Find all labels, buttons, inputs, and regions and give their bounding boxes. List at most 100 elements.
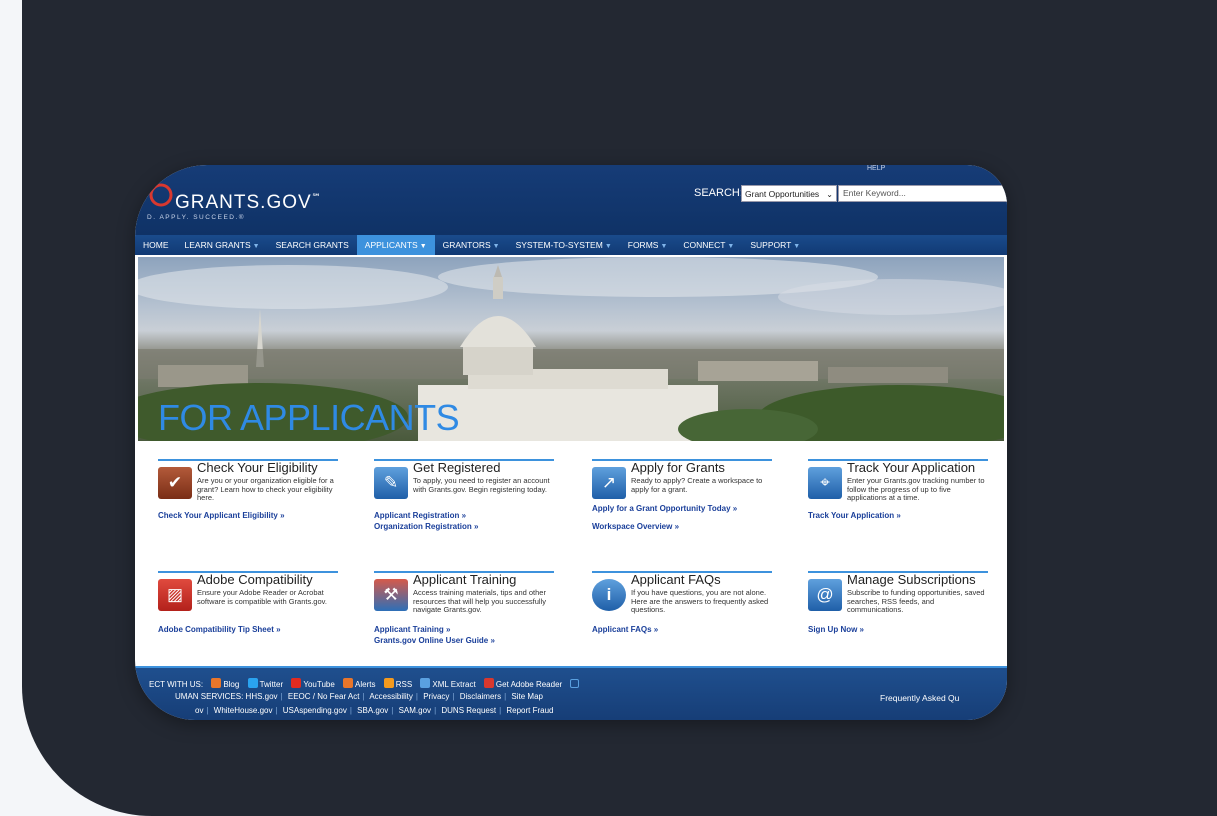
help-link[interactable]: HELP bbox=[867, 165, 885, 172]
hhs-links-row: UMAN SERVICES: HHS.gov | EEOC / No Fear A… bbox=[175, 692, 543, 701]
training-icon: ⚒ bbox=[374, 579, 408, 611]
tile-apply-for-grants: ↗ Apply for Grants Ready to apply? Creat… bbox=[592, 459, 792, 549]
site-footer: ECT WITH US: Blog Twitter YouTube Alerts… bbox=[135, 666, 1007, 720]
applicant-registration-link[interactable]: Applicant Registration » bbox=[374, 511, 466, 520]
sign-up-now-link[interactable]: Sign Up Now » bbox=[808, 625, 864, 634]
adobe-reader-link[interactable]: Get Adobe Reader bbox=[496, 680, 562, 689]
gov-prefix: ov bbox=[195, 706, 204, 715]
footer-link[interactable]: Site Map bbox=[511, 692, 543, 701]
tile-check-eligibility: ✔ Check Your Eligibility Are you or your… bbox=[158, 459, 358, 549]
chevron-down-icon: ⌄ bbox=[826, 190, 833, 199]
tile-get-registered: ✎ Get Registered To apply, you need to r… bbox=[374, 459, 574, 549]
info-icon: i bbox=[592, 579, 626, 611]
footer-link[interactable]: HHS.gov bbox=[246, 692, 278, 701]
gov-links-row: ov | WhiteHouse.gov | USAspending.gov | SBA… bbox=[195, 706, 554, 715]
organization-registration-link[interactable]: Organization Registration » bbox=[374, 522, 478, 531]
xml-icon bbox=[420, 678, 431, 688]
caret-down-icon: ▼ bbox=[793, 243, 801, 250]
youtube-link[interactable]: YouTube bbox=[303, 680, 334, 689]
site-logo[interactable]: GRANTS.GOV℠ bbox=[175, 192, 322, 214]
apply-grant-opportunity-link[interactable]: Apply for a Grant Opportunity Today » bbox=[592, 503, 767, 514]
applicant-faqs-link[interactable]: Applicant FAQs » bbox=[592, 625, 658, 634]
search-scope-select[interactable]: Grant Opportunities ⌄ bbox=[741, 185, 837, 202]
footer-link[interactable]: SAM.gov bbox=[399, 706, 431, 715]
search-scope-value: Grant Opportunities bbox=[745, 189, 820, 199]
check-eligibility-link[interactable]: Check Your Applicant Eligibility » bbox=[158, 511, 285, 520]
adobe-tip-sheet-link[interactable]: Adobe Compatibility Tip Sheet » bbox=[158, 625, 281, 634]
applicant-training-link[interactable]: Applicant Training » bbox=[374, 625, 450, 634]
nav-item-applicants[interactable]: APPLICANTS ▼ bbox=[356, 235, 435, 255]
checklist-icon: ✔ bbox=[158, 467, 192, 499]
tile-title: Get Registered bbox=[413, 460, 501, 475]
footer-link[interactable]: SBA.gov bbox=[357, 706, 388, 715]
tile-description: Are you or your organization eligible fo… bbox=[197, 476, 334, 502]
online-user-guide-link[interactable]: Grants.gov Online User Guide » bbox=[374, 636, 495, 645]
register-icon: ✎ bbox=[374, 467, 408, 499]
caret-down-icon: ▼ bbox=[727, 243, 735, 250]
footer-link[interactable]: EEOC / No Fear Act bbox=[288, 692, 360, 701]
nav-item-support[interactable]: SUPPORT ▼ bbox=[742, 235, 808, 255]
connect-label: ECT WITH US: bbox=[149, 680, 204, 689]
email-icon: @ bbox=[808, 579, 842, 611]
tile-description: Subscribe to funding opportunities, save… bbox=[847, 588, 985, 614]
tile-adobe-compatibility: ▨ Adobe Compatibility Ensure your Adobe … bbox=[158, 571, 358, 661]
tile-track-application: ⌖ Track Your Application Enter your Gran… bbox=[808, 459, 1007, 549]
hero-title: FOR APPLICANTS bbox=[158, 397, 460, 438]
connect-with-us-row: ECT WITH US: Blog Twitter YouTube Alerts… bbox=[149, 678, 581, 689]
tile-description: If you have questions, you are not alone… bbox=[631, 588, 769, 614]
tile-title: Applicant FAQs bbox=[631, 572, 721, 587]
caret-down-icon: ▼ bbox=[492, 243, 500, 250]
tile-manage-subscriptions: @ Manage Subscriptions Subscribe to fund… bbox=[808, 571, 1007, 661]
track-icon: ⌖ bbox=[808, 467, 842, 499]
alerts-icon bbox=[343, 678, 354, 688]
nav-item-forms[interactable]: FORMS ▼ bbox=[620, 235, 676, 255]
caret-down-icon: ▼ bbox=[604, 243, 612, 250]
footer-link[interactable]: WhiteHouse.gov bbox=[214, 706, 273, 715]
twitter-link[interactable]: Twitter bbox=[260, 680, 284, 689]
tile-title: Apply for Grants bbox=[631, 460, 725, 475]
search-label: SEARCH: bbox=[694, 187, 743, 199]
youtube-icon bbox=[291, 678, 302, 688]
site-header: GRANTS.GOV℠ D. APPLY. SUCCEED.® HELP SEA… bbox=[135, 165, 1007, 235]
rss-link[interactable]: RSS bbox=[396, 680, 412, 689]
external-link-icon bbox=[570, 679, 580, 688]
adobe-icon: ▨ bbox=[158, 579, 192, 611]
footer-link[interactable]: Report Fraud bbox=[506, 706, 553, 715]
caret-down-icon: ▼ bbox=[660, 243, 668, 250]
tile-description: Access training materials, tips and othe… bbox=[413, 588, 546, 614]
tile-title: Manage Subscriptions bbox=[847, 572, 976, 587]
logo-service-mark: ℠ bbox=[311, 192, 322, 202]
workspace-overview-link[interactable]: Workspace Overview » bbox=[592, 522, 679, 531]
search-input[interactable]: Enter Keyword... bbox=[838, 185, 1007, 202]
hero-banner: FOR APPLICANTS bbox=[138, 257, 1004, 441]
nav-item-learn-grants[interactable]: LEARN GRANTS ▼ bbox=[177, 235, 268, 255]
tile-description: Ready to apply? Create a workspace to ap… bbox=[631, 476, 763, 494]
footer-link[interactable]: Privacy bbox=[423, 692, 449, 701]
tile-applicant-training: ⚒ Applicant Training Access training mat… bbox=[374, 571, 574, 661]
main-nav: HOME LEARN GRANTS ▼ SEARCH GRANTS APPLICA… bbox=[135, 235, 1007, 255]
nav-item-connect[interactable]: CONNECT ▼ bbox=[675, 235, 742, 255]
nav-item-search-grants[interactable]: SEARCH GRANTS bbox=[268, 235, 357, 255]
blog-link[interactable]: Blog bbox=[223, 680, 239, 689]
nav-item-home[interactable]: HOME bbox=[135, 235, 177, 255]
hhs-prefix: UMAN SERVICES: bbox=[175, 692, 244, 701]
blog-icon bbox=[211, 678, 222, 688]
nav-item-grantors[interactable]: GRANTORS ▼ bbox=[435, 235, 508, 255]
rss-icon bbox=[383, 678, 394, 688]
tile-description: Enter your Grants.gov tracking number to… bbox=[847, 476, 985, 502]
footer-link[interactable]: USAspending.gov bbox=[283, 706, 347, 715]
tile-applicant-faqs: i Applicant FAQs If you have questions, … bbox=[592, 571, 792, 661]
footer-link[interactable]: Disclaimers bbox=[460, 692, 501, 701]
footer-link[interactable]: DUNS Request bbox=[441, 706, 496, 715]
site-tagline: D. APPLY. SUCCEED.® bbox=[147, 214, 246, 221]
nav-item-system-to-system[interactable]: SYSTEM-TO-SYSTEM ▼ bbox=[508, 235, 620, 255]
track-application-link[interactable]: Track Your Application » bbox=[808, 511, 901, 520]
grants-logo-icon bbox=[149, 183, 173, 207]
xml-extract-link[interactable]: XML Extract bbox=[432, 680, 475, 689]
tile-title: Track Your Application bbox=[847, 460, 976, 475]
caret-down-icon: ▼ bbox=[419, 243, 427, 250]
footer-link[interactable]: Accessibility bbox=[369, 692, 413, 701]
frequently-asked-questions-link[interactable]: Frequently Asked Qu bbox=[880, 693, 959, 703]
applicant-tiles-panel: ✔ Check Your Eligibility Are you or your… bbox=[138, 441, 1004, 664]
alerts-link[interactable]: Alerts bbox=[355, 680, 375, 689]
